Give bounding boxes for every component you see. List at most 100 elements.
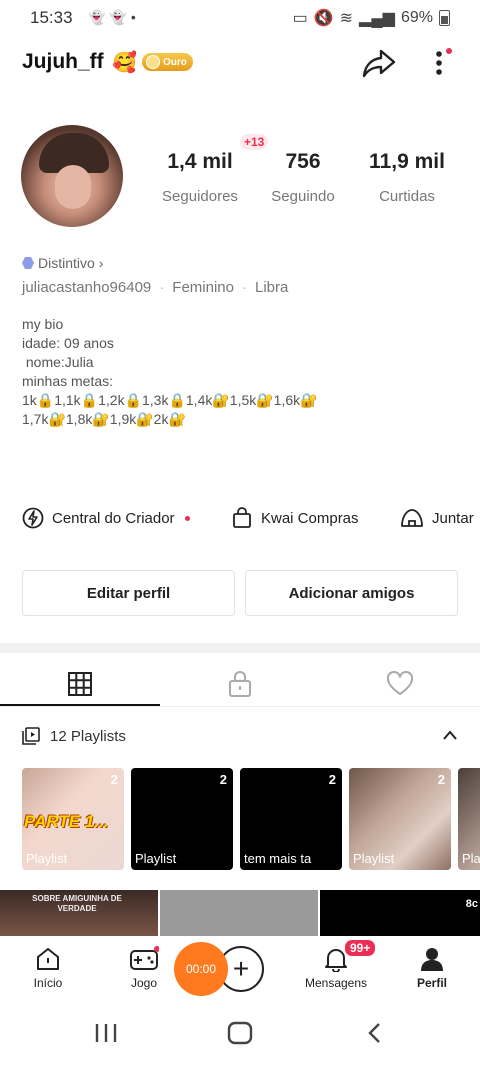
bio-line: idade: 09 anos — [22, 335, 114, 351]
grid-icon — [68, 672, 92, 696]
bio-line: 1k🔒1,1k🔒1,2k🔒1,3k🔒1,4k🔐1,5k🔐1,6k🔐 — [22, 392, 318, 408]
tab-grid[interactable] — [0, 664, 160, 704]
playlist-card[interactable]: 2 Playlist — [131, 768, 233, 870]
tent-icon — [401, 509, 423, 527]
playlist-caption: Playlist — [26, 851, 68, 866]
timer-button[interactable]: 00:00 — [174, 942, 228, 996]
lightning-icon — [22, 507, 44, 529]
tab-private[interactable] — [160, 664, 320, 704]
stat-following[interactable]: 756 Seguindo — [265, 150, 341, 205]
profile-sign: Libra — [254, 279, 289, 296]
home-icon — [37, 948, 59, 970]
playlist-caption: Pla — [462, 851, 480, 866]
likes-label: Curtidas — [379, 188, 435, 205]
nav-messages-label: Mensagens — [304, 976, 368, 990]
heart-icon — [386, 671, 414, 695]
wifi-icon: ≋ — [339, 10, 354, 27]
person-icon — [421, 948, 443, 971]
chevron-up-icon[interactable] — [441, 728, 459, 742]
stat-followers[interactable]: 1,4 mil Seguidores — [158, 150, 242, 205]
following-count: 756 — [285, 150, 321, 173]
playlist-count: 2 — [437, 772, 445, 787]
share-icon[interactable] — [362, 48, 396, 78]
video-thumbnail[interactable]: 8c — [320, 890, 480, 936]
video-thumbnail[interactable] — [160, 890, 318, 936]
username-emoji: 🥰 — [112, 52, 137, 74]
more-options-icon[interactable] — [430, 46, 452, 78]
followers-count: 1,4 mil — [167, 150, 233, 173]
status-time: 15:33 — [30, 8, 73, 27]
playlist-caption: Playlist — [353, 851, 395, 866]
stat-likes[interactable]: 11,9 mil Curtidas — [362, 150, 452, 205]
edit-profile-button[interactable]: Editar perfil — [22, 570, 235, 616]
kwai-shop-label: Kwai Compras — [261, 509, 359, 527]
system-nav-bar — [0, 1000, 480, 1066]
avatar[interactable] — [21, 125, 123, 227]
creator-center-link[interactable]: Central do Criador — [22, 507, 190, 529]
ouro-badge-label: Ouro — [163, 56, 187, 68]
battery-text: 69% — [400, 9, 433, 26]
bio-line: my bio — [22, 316, 64, 332]
profile-username: Jujuh_ff — [22, 50, 104, 73]
playlist-count: 2 — [328, 772, 336, 787]
following-label: Seguindo — [271, 188, 335, 205]
bio-line: nome:Julia — [22, 354, 94, 370]
playlist-card[interactable]: PARTE 1... 2 Playlist — [22, 768, 124, 870]
playlist-caption: Playlist — [135, 851, 177, 866]
playlist-caption: tem mais ta — [244, 851, 312, 866]
recent-apps-icon[interactable] — [94, 1022, 118, 1044]
chevron-right-icon: › — [98, 255, 104, 271]
playlist-card[interactable]: Pla — [458, 768, 480, 870]
nav-home[interactable]: Início — [8, 946, 88, 990]
likes-count: 11,9 mil — [369, 150, 445, 173]
distintivo-link[interactable]: Distintivo › — [22, 255, 103, 271]
playlist-card[interactable]: 2 tem mais ta — [240, 768, 342, 870]
playlist-count: 2 — [219, 772, 227, 787]
messages-badge: 99+ — [343, 938, 378, 958]
tab-liked[interactable] — [320, 664, 480, 704]
battery-icon — [439, 10, 450, 26]
creator-center-label: Central do Criador — [52, 509, 175, 527]
profile-handle: juliacastanho96409 — [22, 279, 152, 296]
nav-game-label: Jogo — [130, 976, 158, 990]
distintivo-label: Distintivo — [38, 255, 95, 271]
back-icon[interactable] — [366, 1022, 382, 1044]
gamepad-icon — [130, 946, 159, 970]
lock-icon — [229, 671, 251, 697]
profile-gender: Feminino — [172, 279, 234, 296]
bio-line: minhas metas: — [22, 373, 114, 389]
playlist-icon — [22, 727, 40, 745]
status-bar: 15:33 👻👻• ▭ 🔇 ≋ ▂▄▆ 69% — [0, 0, 480, 34]
video-thumbnail-text: SOBRE AMIGUINHA DE VERDADE — [32, 894, 122, 913]
join-label: Juntar — [432, 509, 474, 527]
nav-game[interactable]: Jogo — [104, 946, 184, 990]
playlist-card[interactable]: 2 Playlist — [349, 768, 451, 870]
nav-profile-label: Perfil — [416, 976, 447, 990]
coin-icon — [146, 55, 160, 69]
playlist-count: 2 — [110, 772, 118, 787]
profile-bio: my bio idade: 09 anos nome:Julia minhas me… — [22, 315, 318, 429]
video-thumbnail[interactable]: SOBRE AMIGUINHA DE VERDADE — [0, 890, 158, 936]
plus-icon: + — [232, 953, 250, 984]
shopping-bag-icon — [233, 507, 251, 528]
nav-home-label: Início — [33, 976, 63, 990]
playlists-header[interactable]: 12 Playlists — [22, 727, 126, 745]
hexagon-icon — [22, 257, 34, 269]
kwai-shop-link[interactable]: Kwai Compras — [231, 507, 359, 529]
playlist-overlay-text: PARTE 1... — [24, 812, 109, 831]
nav-profile[interactable]: Perfil — [392, 946, 472, 990]
tabs-divider — [0, 706, 480, 707]
followers-delta-badge: +13 — [240, 134, 269, 150]
home-system-icon[interactable] — [227, 1021, 253, 1045]
playlists-count-label: 12 Playlists — [50, 727, 126, 745]
video-thumbnail-text: 8c — [465, 898, 478, 910]
join-link[interactable]: Juntar — [400, 507, 474, 529]
ouro-badge[interactable]: Ouro — [142, 53, 193, 71]
status-right: ▭ 🔇 ≋ ▂▄▆ 69% — [293, 8, 450, 28]
bio-line: 1,7k🔐1,8k🔐1,9k🔐2k🔐 — [22, 411, 186, 427]
notification-dot — [184, 515, 190, 521]
add-friends-button[interactable]: Adicionar amigos — [245, 570, 458, 616]
notification-icons: 👻👻• — [88, 9, 140, 25]
mute-icon: 🔇 — [313, 10, 334, 27]
profile-meta: juliacastanho96409 · Feminino · Libra — [22, 279, 289, 296]
